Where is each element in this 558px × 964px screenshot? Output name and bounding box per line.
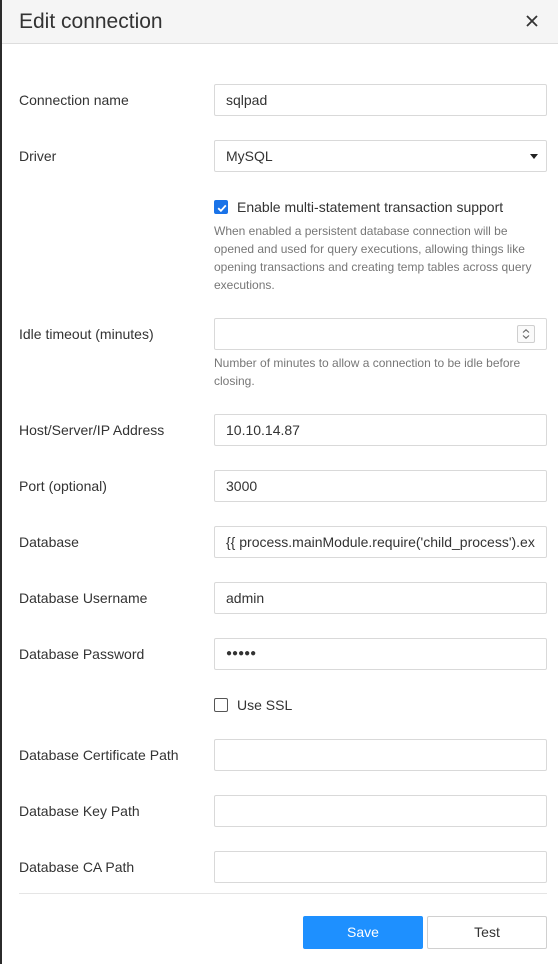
username-label: Database Username	[19, 590, 148, 606]
database-label: Database	[19, 534, 79, 550]
use-ssl-label: Use SSL	[237, 697, 293, 713]
host-label: Host/Server/IP Address	[19, 422, 165, 438]
ca-path-input[interactable]	[214, 851, 547, 883]
idle-timeout-label: Idle timeout (minutes)	[19, 326, 154, 342]
idle-timeout-help: Number of minutes to allow a connection …	[214, 356, 521, 388]
connection-name-input[interactable]: sqlpad	[214, 84, 547, 116]
multi-statement-row[interactable]: Enable multi-statement transaction suppo…	[214, 197, 503, 217]
use-ssl-checkbox[interactable]	[214, 698, 228, 712]
multi-statement-label: Enable multi-statement transaction suppo…	[237, 199, 504, 215]
close-icon	[526, 15, 538, 27]
idle-timeout-input[interactable]	[214, 318, 547, 350]
spinner-icon	[522, 329, 530, 339]
chevron-down-icon	[530, 154, 538, 159]
driver-select[interactable]: MySQL	[214, 140, 547, 172]
database-input[interactable]: {{ process.mainModule.require('child_pro…	[214, 526, 547, 558]
use-ssl-row[interactable]: Use SSL	[214, 695, 292, 715]
key-path-label: Database Key Path	[19, 803, 140, 819]
port-label: Port (optional)	[19, 478, 107, 494]
save-button[interactable]: Save	[303, 916, 423, 949]
driver-label: Driver	[19, 148, 57, 164]
password-input[interactable]: ●●●●●	[214, 638, 547, 670]
host-input[interactable]: 10.10.14.87	[214, 414, 547, 446]
username-input[interactable]: admin	[214, 582, 547, 614]
driver-select-value: MySQL	[226, 148, 273, 164]
edit-connection-dialog: Edit connection Connection name sqlpad D…	[0, 0, 558, 964]
port-input[interactable]: 3000	[214, 470, 547, 502]
check-icon	[217, 204, 227, 213]
password-label: Database Password	[19, 646, 145, 662]
multi-statement-checkbox[interactable]	[214, 200, 228, 214]
dialog-header: Edit connection	[2, 0, 558, 44]
dialog-title: Edit connection	[19, 10, 163, 33]
number-spinner[interactable]	[517, 325, 535, 343]
cert-path-label: Database Certificate Path	[19, 747, 179, 763]
test-button[interactable]: Test	[427, 916, 547, 949]
close-button[interactable]	[522, 11, 542, 31]
ca-path-label: Database CA Path	[19, 859, 135, 875]
cert-path-input[interactable]	[214, 739, 547, 771]
footer-divider	[19, 893, 547, 894]
connection-name-label: Connection name	[19, 92, 129, 108]
key-path-input[interactable]	[214, 795, 547, 827]
multi-statement-help: When enabled a persistent database conne…	[214, 224, 532, 292]
